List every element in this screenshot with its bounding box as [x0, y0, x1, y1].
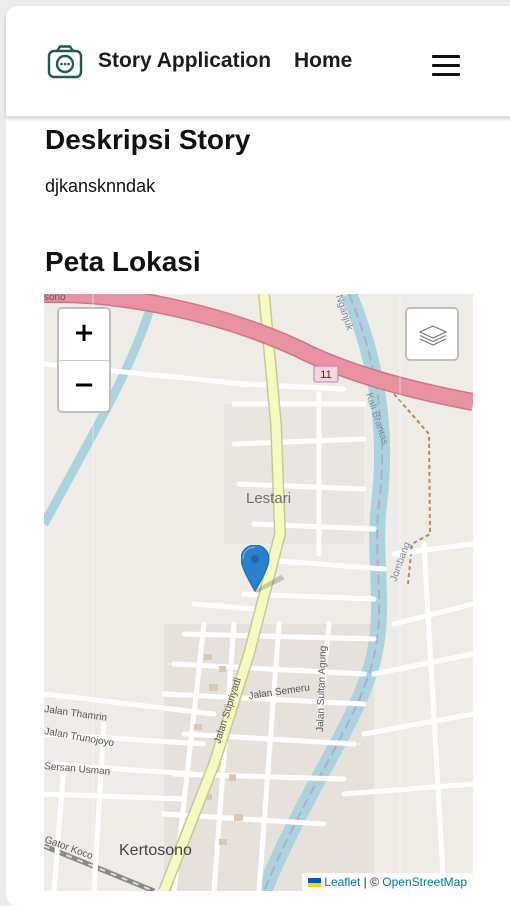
- layers-icon: [418, 325, 448, 346]
- camera-chat-icon: [47, 45, 83, 79]
- place-label-sono: sono: [44, 294, 66, 303]
- story-description-text: djkansknndak: [45, 176, 156, 196]
- place-label-lestari: Lestari: [246, 490, 291, 507]
- layers-button[interactable]: [405, 307, 459, 361]
- place-label-kertosono: Kertosono: [119, 842, 192, 859]
- zoom-control: + −: [57, 307, 111, 413]
- map-attribution: Leaflet | © OpenStreetMap: [302, 873, 473, 891]
- zoom-in-button[interactable]: +: [59, 309, 109, 360]
- location-map[interactable]: 11 Lestari Kertosono Jalan Supriyadi Jal…: [44, 294, 473, 891]
- app-header: Story Application Home: [6, 6, 510, 116]
- hamburger-menu-icon[interactable]: [432, 48, 460, 80]
- ukraine-flag-icon: [308, 878, 322, 887]
- nav-home-link[interactable]: Home: [294, 49, 352, 73]
- zoom-out-button[interactable]: −: [59, 360, 109, 412]
- leaflet-link[interactable]: Leaflet: [324, 875, 360, 889]
- route-number-label: 11: [320, 369, 331, 381]
- attribution-separator: | ©: [360, 875, 383, 889]
- openstreetmap-link[interactable]: OpenStreetMap: [382, 875, 467, 889]
- map-marker-icon[interactable]: [241, 545, 291, 593]
- description-heading: Deskripsi Story: [45, 124, 251, 155]
- app-title: Story Application: [98, 49, 272, 72]
- location-heading: Peta Lokasi: [45, 246, 201, 277]
